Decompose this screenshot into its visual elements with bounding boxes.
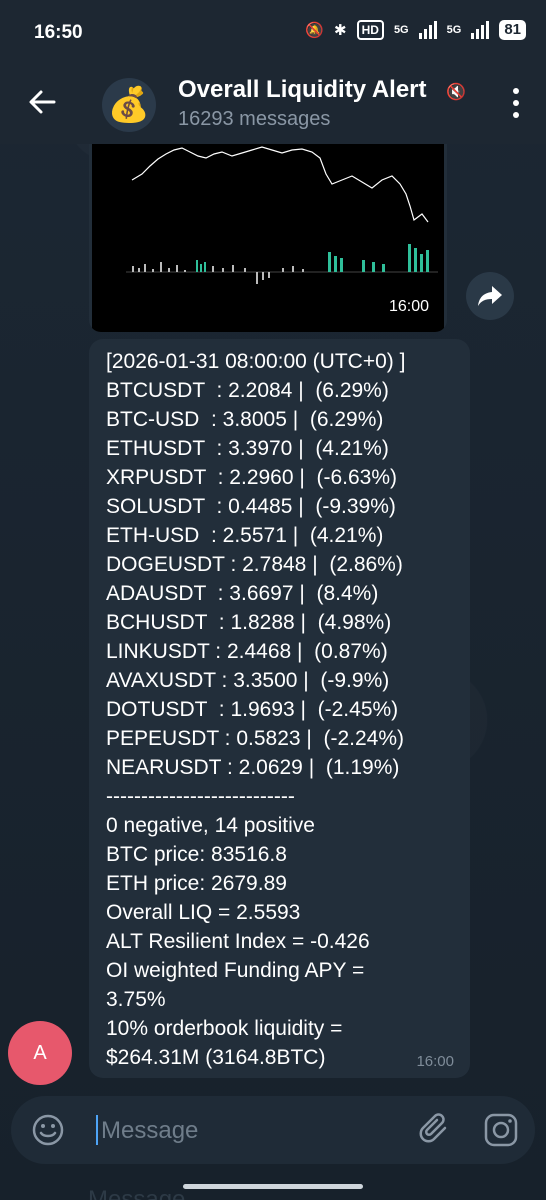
text-cursor	[96, 1115, 98, 1145]
message-input-bar	[11, 1096, 535, 1164]
status-time: 16:50	[34, 22, 83, 43]
muted-icon: 🔇	[446, 84, 466, 101]
chart-image-message[interactable]: 16:00	[89, 144, 447, 332]
share-button[interactable]	[466, 272, 514, 320]
message-input[interactable]	[99, 1110, 403, 1152]
message-text: [2026-01-31 08:00:00 (UTC+0) ] BTCUSDT :…	[106, 350, 406, 1069]
camera-icon[interactable]	[483, 1112, 519, 1148]
battery-icon: 81	[499, 20, 526, 40]
chat-header: 💰 Overall Liquidity Alert 🔇 16293 messag…	[0, 66, 546, 144]
attach-icon[interactable]	[419, 1113, 453, 1147]
status-icons: 🔕 ✱ HD 5G 5G 81	[305, 20, 526, 40]
ghost-input-text: Message	[88, 1186, 186, 1200]
hd-badge: HD	[356, 20, 384, 40]
emoji-icon[interactable]	[31, 1113, 65, 1147]
channel-title[interactable]: Overall Liquidity Alert	[178, 76, 427, 104]
more-options-icon[interactable]	[512, 88, 520, 118]
message-timestamp: 16:00	[416, 1053, 454, 1070]
channel-avatar[interactable]: 💰	[102, 78, 156, 132]
user-avatar[interactable]: A	[8, 1021, 72, 1085]
network-5g-label: 5G	[393, 24, 409, 36]
share-arrow-icon	[478, 286, 502, 306]
home-indicator[interactable]	[183, 1184, 363, 1189]
status-bar: 16:50 🔕 ✱ HD 5G 5G 81	[0, 0, 546, 66]
message-count: 16293 messages	[178, 108, 331, 130]
signal-icon	[418, 21, 437, 39]
network-5g-label-2: 5G	[446, 24, 462, 36]
liquidity-message[interactable]: [2026-01-31 08:00:00 (UTC+0) ] BTCUSDT :…	[89, 339, 470, 1078]
bluetooth-icon: ✱	[334, 22, 347, 39]
signal-icon-2	[471, 21, 490, 39]
back-arrow-icon[interactable]	[26, 86, 58, 118]
mute-notifications-icon: 🔕	[305, 22, 325, 39]
chart-timestamp: 16:00	[380, 296, 437, 318]
